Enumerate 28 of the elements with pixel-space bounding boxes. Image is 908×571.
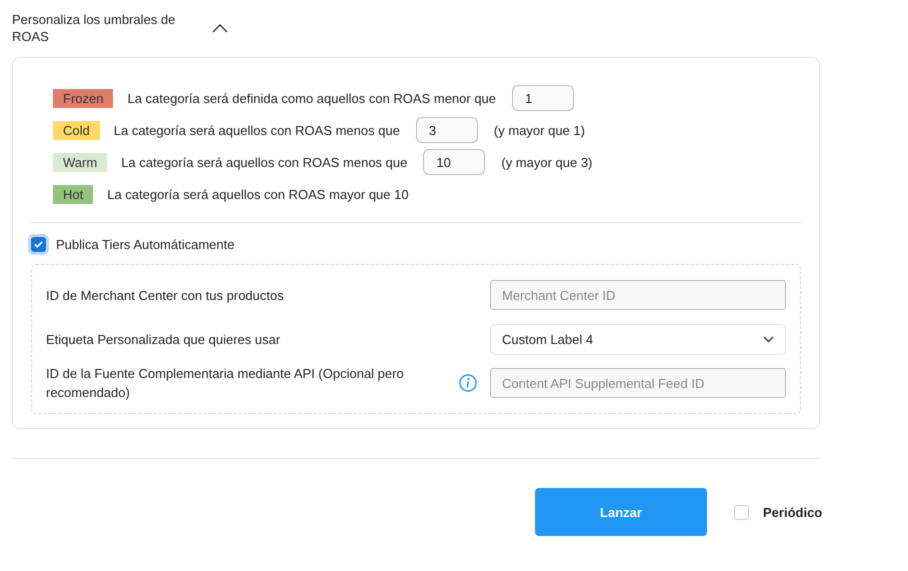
checkbox-label: Publica Tiers Automáticamente	[56, 237, 234, 252]
checkbox[interactable]	[734, 504, 749, 520]
tier-range-note: (y mayor que 3)	[501, 154, 592, 170]
tier-description: La categoría será definida como aquellos con ROAS menor que	[127, 90, 496, 106]
tier-tag: Cold	[53, 120, 100, 140]
info-icon[interactable]	[459, 374, 477, 392]
tier-description: La categoría será aquellos con ROAS menos que	[121, 154, 408, 170]
tier-range-note: (y mayor que 1)	[494, 122, 585, 138]
threshold-field[interactable]: 1	[512, 85, 574, 111]
checkbox[interactable]	[31, 237, 46, 252]
tier-tag: Hot	[53, 184, 94, 204]
tier-description: La categoría será aquellos con ROAS menos que	[114, 122, 400, 138]
checkmark-icon	[34, 241, 43, 248]
chevron-down-icon	[763, 336, 774, 342]
text-field[interactable]: Merchant Center ID	[490, 280, 786, 310]
field-label: ID de Merchant Center con tus productos	[46, 286, 285, 304]
field-label: Etiqueta Personalizada que quieres usar	[46, 330, 282, 348]
tier-description: La categoría será aquellos con ROAS mayor que 10	[107, 186, 409, 202]
checkbox-label: Periódico	[763, 504, 822, 520]
chevron-icon[interactable]	[212, 23, 228, 33]
dropdown[interactable]: Custom Label 4	[490, 324, 786, 354]
threshold-field[interactable]: 10	[423, 149, 486, 175]
threshold-field[interactable]: 3	[416, 117, 478, 143]
tier-tag: Warm	[53, 152, 108, 172]
text-field[interactable]: Content API Supplemental Feed ID	[490, 368, 786, 398]
tier-tag: Frozen	[53, 88, 114, 108]
section-title: Personaliza los umbrales de ROAS	[12, 11, 176, 45]
field-label: ID de la Fuente Complementaria mediante API (Opcional pero recomendado)	[46, 365, 405, 402]
